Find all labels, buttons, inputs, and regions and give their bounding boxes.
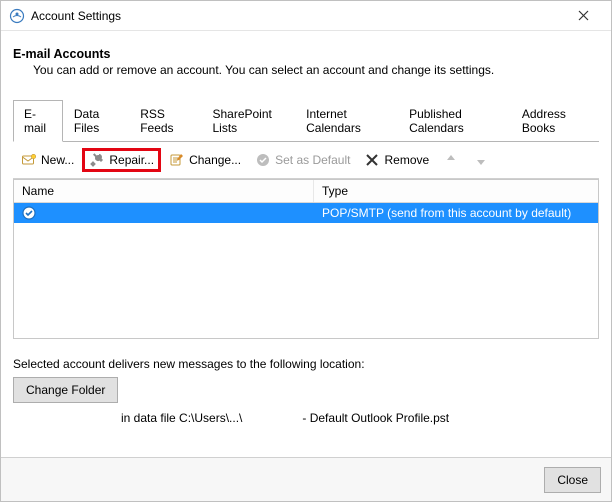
table-body: POP/SMTP (send from this account by defa…	[14, 203, 598, 338]
change-button[interactable]: Change...	[163, 149, 247, 171]
window-title: Account Settings	[31, 9, 563, 23]
delivery-path-prefix: in data file C:\Users\...\	[121, 411, 242, 425]
column-header-name[interactable]: Name	[14, 180, 314, 202]
tab-bar: E-mail Data Files RSS Feeds SharePoint L…	[13, 99, 599, 142]
page-title: E-mail Accounts	[13, 47, 599, 61]
tab-internet-calendars[interactable]: Internet Calendars	[295, 100, 398, 142]
remove-button[interactable]: Remove	[358, 149, 435, 171]
move-down-button	[467, 149, 495, 171]
move-up-button	[437, 149, 465, 171]
repair-button[interactable]: Repair...	[82, 148, 161, 172]
remove-icon	[364, 152, 380, 168]
check-circle-icon	[255, 152, 271, 168]
account-settings-window: Account Settings E-mail Accounts You can…	[0, 0, 612, 502]
tab-address-books[interactable]: Address Books	[511, 100, 599, 142]
repair-icon	[89, 152, 105, 168]
delivery-path-suffix: - Default Outlook Profile.pst	[302, 411, 449, 425]
change-icon	[169, 152, 185, 168]
new-mail-icon	[21, 152, 37, 168]
delivery-path: in data file C:\Users\...\ - Default Out…	[121, 411, 599, 425]
close-button[interactable]: Close	[544, 467, 601, 493]
arrow-down-icon	[473, 152, 489, 168]
dialog-footer: Close	[1, 457, 611, 501]
toolbar: New... Repair... Change... Set as Defaul…	[13, 142, 599, 179]
tab-sharepoint-lists[interactable]: SharePoint Lists	[201, 100, 295, 142]
set-default-button: Set as Default	[249, 149, 356, 171]
change-folder-button[interactable]: Change Folder	[13, 377, 118, 403]
cell-name	[14, 204, 314, 222]
accounts-table: Name Type POP/SMTP (send from this accou…	[13, 179, 599, 339]
delivery-label: Selected account delivers new messages t…	[13, 357, 599, 371]
default-account-check-icon	[22, 206, 36, 220]
close-window-button[interactable]	[563, 1, 603, 30]
titlebar: Account Settings	[1, 1, 611, 31]
table-row[interactable]: POP/SMTP (send from this account by defa…	[14, 203, 598, 223]
tab-email[interactable]: E-mail	[13, 100, 63, 142]
new-button[interactable]: New...	[15, 149, 80, 171]
tab-published-calendars[interactable]: Published Calendars	[398, 100, 511, 142]
tab-rss-feeds[interactable]: RSS Feeds	[129, 100, 201, 142]
table-header: Name Type	[14, 180, 598, 203]
app-icon	[9, 8, 25, 24]
tab-data-files[interactable]: Data Files	[63, 100, 129, 142]
arrow-up-icon	[443, 152, 459, 168]
cell-type: POP/SMTP (send from this account by defa…	[314, 204, 598, 222]
content-area: E-mail Accounts You can add or remove an…	[1, 31, 611, 457]
page-subtitle: You can add or remove an account. You ca…	[33, 63, 599, 77]
column-header-type[interactable]: Type	[314, 180, 598, 202]
close-icon	[578, 10, 589, 21]
